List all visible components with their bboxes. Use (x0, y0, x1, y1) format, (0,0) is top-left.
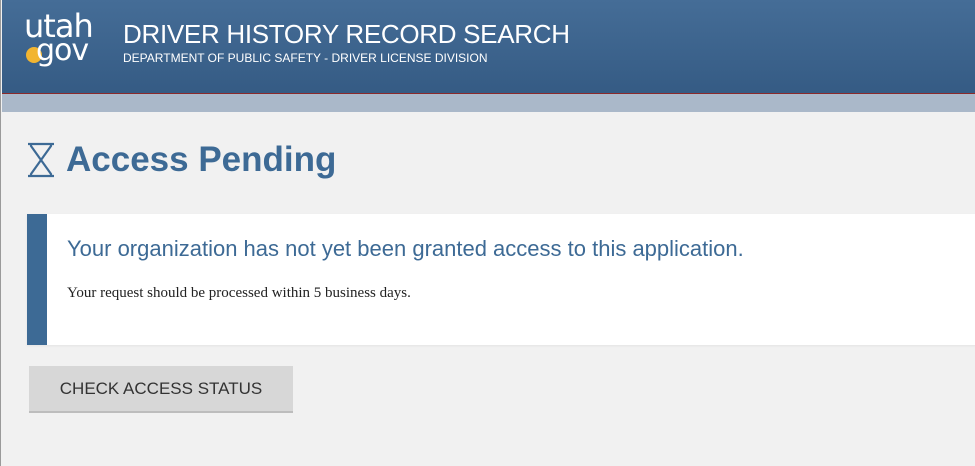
utah-gov-logo[interactable]: utah gov (24, 7, 98, 73)
alert-heading: Your organization has not yet been grant… (67, 236, 744, 261)
main-content: Access Pending Your organization has not… (2, 112, 975, 466)
page-heading: Access Pending (26, 136, 336, 184)
hourglass-icon (28, 142, 54, 178)
app-subtitle: DEPARTMENT OF PUBLIC SAFETY - DRIVER LIC… (123, 51, 488, 65)
check-access-status-button[interactable]: CHECK ACCESS STATUS (29, 366, 293, 413)
app-window: utah gov DRIVER HISTORY RECORD SEARCH DE… (0, 0, 975, 466)
page-title: Access Pending (66, 140, 337, 179)
header-subbar (2, 94, 975, 112)
access-pending-alert: Your organization has not yet been grant… (27, 214, 975, 345)
site-header: utah gov DRIVER HISTORY RECORD SEARCH DE… (2, 0, 975, 94)
alert-message: Your request should be processed within … (67, 285, 411, 301)
logo-text-gov: gov (36, 33, 89, 68)
app-title: DRIVER HISTORY RECORD SEARCH (123, 19, 570, 49)
